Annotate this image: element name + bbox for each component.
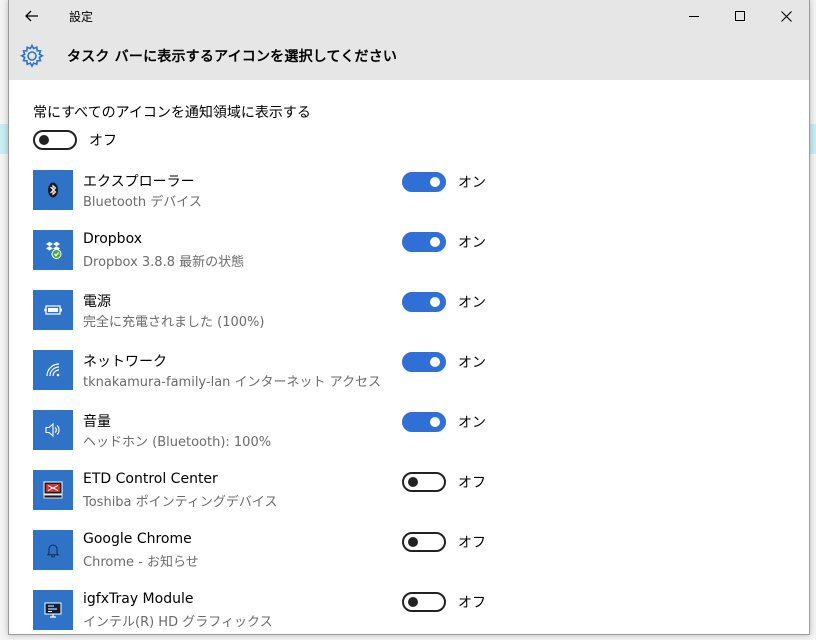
app-description: 完全に充電されました (100%): [83, 315, 265, 330]
app-toggle-row: オン: [402, 412, 486, 432]
battery-icon: [33, 290, 73, 330]
touchpad-icon: [33, 470, 73, 510]
app-toggle-row: オフ: [402, 592, 486, 612]
app-toggle-state: オン: [458, 175, 486, 191]
gear-icon: [19, 43, 45, 69]
app-description: インテル(R) HD グラフィックス: [83, 615, 273, 630]
app-name: ネットワーク: [83, 354, 167, 370]
app-toggle-row: オフ: [402, 532, 486, 552]
app-toggle-state: オン: [458, 415, 486, 431]
app-name: 電源: [83, 294, 111, 310]
app-toggle[interactable]: [402, 352, 446, 372]
toggle-knob: [430, 357, 440, 367]
always-show-state: オフ: [89, 133, 117, 149]
close-icon: [780, 10, 792, 22]
settings-window: 設定 タスク バーに表示するアイコンを選択してください 常にすべてのアイコンを通…: [8, 0, 810, 635]
toggle-knob: [430, 177, 440, 187]
app-description: Dropbox 3.8.8 最新の状態: [83, 255, 245, 270]
app-description: tknakamura-family-lan インターネット アクセス: [83, 375, 382, 390]
bell-icon: [33, 530, 73, 570]
app-name: エクスプローラー: [83, 174, 195, 190]
toggle-knob: [408, 477, 418, 487]
always-show-label: 常にすべてのアイコンを通知領域に表示する: [33, 105, 311, 121]
app-toggle-state: オフ: [458, 595, 486, 611]
toggle-knob: [430, 297, 440, 307]
page-header: タスク バーに表示するアイコンを選択してください: [9, 32, 809, 80]
list-item: エクスプローラー Bluetooth デバイス オン: [33, 170, 793, 230]
toggle-knob: [408, 537, 418, 547]
app-toggle-row: オン: [402, 292, 486, 312]
toggle-knob: [39, 135, 49, 145]
app-toggle-row: オン: [402, 352, 486, 372]
app-name: Dropbox: [83, 231, 142, 247]
display-icon: [33, 590, 73, 630]
window-controls: [671, 0, 809, 32]
list-item: Dropbox Dropbox 3.8.8 最新の状態 オン: [33, 230, 793, 290]
page-title: タスク バーに表示するアイコンを選択してください: [67, 49, 398, 65]
app-name: ETD Control Center: [83, 471, 218, 487]
app-toggle-row: オフ: [402, 472, 486, 492]
toggle-knob: [408, 597, 418, 607]
list-item: igfxTray Module インテル(R) HD グラフィックス オフ: [33, 590, 793, 634]
app-toggle-state: オフ: [458, 535, 486, 551]
app-name: Google Chrome: [83, 531, 192, 547]
app-toggle[interactable]: [402, 532, 446, 552]
window-title: 設定: [69, 9, 94, 24]
app-toggle-row: オン: [402, 172, 486, 192]
title-bar: 設定: [9, 0, 809, 32]
always-show-toggle[interactable]: [33, 130, 77, 150]
app-toggle[interactable]: [402, 292, 446, 312]
speaker-icon: [33, 410, 73, 450]
back-button[interactable]: [9, 0, 55, 32]
back-arrow-icon: [25, 10, 38, 22]
close-button[interactable]: [763, 0, 809, 32]
app-toggle[interactable]: [402, 172, 446, 192]
app-description: ヘッドホン (Bluetooth): 100%: [83, 435, 272, 450]
app-toggle-state: オン: [458, 295, 486, 311]
app-description: Chrome - お知らせ: [83, 555, 199, 570]
app-toggle-row: オン: [402, 232, 486, 252]
app-toggle[interactable]: [402, 232, 446, 252]
maximize-button[interactable]: [717, 0, 763, 32]
always-show-toggle-row: オフ: [33, 130, 117, 150]
app-toggle-state: オン: [458, 355, 486, 371]
toggle-knob: [430, 417, 440, 427]
app-name: igfxTray Module: [83, 591, 194, 607]
app-toggle[interactable]: [402, 412, 446, 432]
app-name: 音量: [83, 414, 111, 430]
minimize-button[interactable]: [671, 0, 717, 32]
app-toggle-state: オン: [458, 235, 486, 251]
settings-content: 常にすべてのアイコンを通知領域に表示する オフ エクスプローラー Bluetoo…: [9, 80, 809, 634]
minimize-icon: [689, 16, 699, 17]
app-toggle-state: オフ: [458, 475, 486, 491]
app-description: Toshiba ポインティングデバイス: [83, 495, 278, 510]
list-item: ETD Control Center Toshiba ポインティングデバイス オ…: [33, 470, 793, 530]
app-toggle[interactable]: [402, 472, 446, 492]
app-description: Bluetooth デバイス: [83, 195, 202, 210]
list-item: Google Chrome Chrome - お知らせ オフ: [33, 530, 793, 590]
list-item: ネットワーク tknakamura-family-lan インターネット アクセ…: [33, 350, 793, 410]
dropbox-icon: [33, 230, 73, 270]
app-toggle[interactable]: [402, 592, 446, 612]
bluetooth-icon: [33, 170, 73, 210]
list-item: 電源 完全に充電されました (100%) オン: [33, 290, 793, 350]
maximize-icon: [735, 11, 745, 21]
wifi-icon: [33, 350, 73, 390]
toggle-knob: [430, 237, 440, 247]
list-item: 音量 ヘッドホン (Bluetooth): 100% オン: [33, 410, 793, 470]
